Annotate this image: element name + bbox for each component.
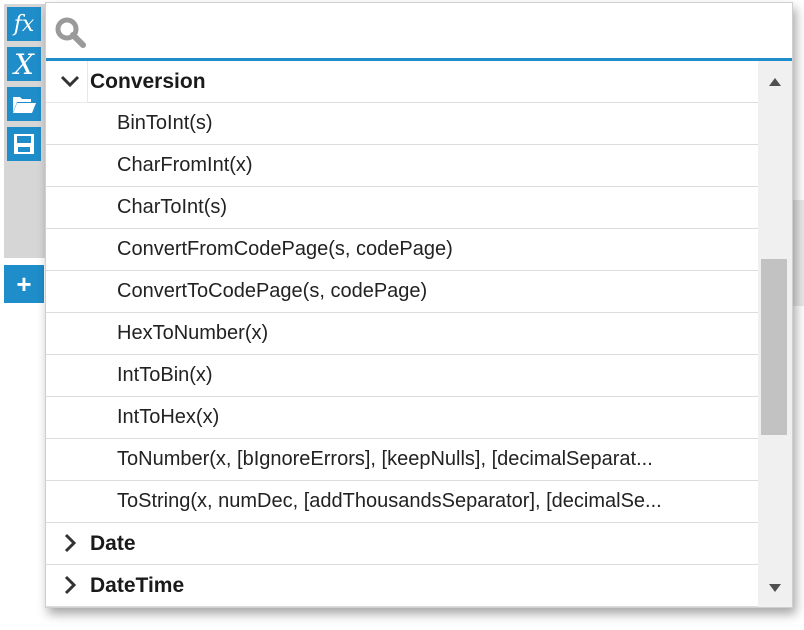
- function-label: ToString(x, numDec, [addThousandsSeparat…: [117, 490, 662, 512]
- functions-button[interactable]: fx: [7, 7, 41, 41]
- scroll-up-button[interactable]: [758, 65, 792, 99]
- scroll-down-button[interactable]: [758, 571, 792, 605]
- arrow-down-icon: [769, 584, 781, 592]
- search-bar: [46, 3, 792, 61]
- add-button[interactable]: +: [4, 265, 44, 303]
- function-label: IntToHex(x): [117, 406, 220, 428]
- function-label: IntToBin(x): [117, 364, 213, 386]
- list-item[interactable]: ToNumber(x, [bIgnoreErrors], [keepNulls]…: [46, 439, 758, 481]
- list-item[interactable]: IntToBin(x): [46, 355, 758, 397]
- save-icon: [14, 134, 34, 154]
- scroll-thumb[interactable]: [761, 259, 787, 435]
- function-label: CharFromInt(x): [117, 154, 253, 176]
- expression-toolbar: fx X: [4, 4, 45, 258]
- function-label: CharToInt(s): [117, 196, 228, 218]
- open-button[interactable]: [7, 87, 41, 121]
- chevron-right-icon: [64, 575, 77, 595]
- list-item[interactable]: CharFromInt(x): [46, 145, 758, 187]
- plus-icon: +: [16, 269, 32, 299]
- function-list: Conversion BinToInt(s) CharFromInt(x) Ch…: [46, 61, 758, 607]
- list-item[interactable]: IntToHex(x): [46, 397, 758, 439]
- folder-open-icon: [13, 97, 36, 113]
- function-label: BinToInt(s): [117, 112, 213, 134]
- list-item[interactable]: CharToInt(s): [46, 187, 758, 229]
- function-picker-popup: Conversion BinToInt(s) CharFromInt(x) Ch…: [45, 2, 793, 608]
- save-button[interactable]: [7, 127, 41, 161]
- chevron-right-icon: [64, 533, 77, 553]
- list-item[interactable]: BinToInt(s): [46, 103, 758, 145]
- list-item[interactable]: ConvertFromCodePage(s, codePage): [46, 229, 758, 271]
- fx-icon: fx: [13, 11, 35, 37]
- category-conversion[interactable]: Conversion: [46, 61, 758, 103]
- function-label: ToNumber(x, [bIgnoreErrors], [keepNulls]…: [117, 448, 653, 470]
- chevron-down-icon: [60, 75, 80, 88]
- category-label: Date: [90, 531, 136, 555]
- search-input[interactable]: [94, 13, 788, 53]
- function-label: ConvertToCodePage(s, codePage): [117, 280, 428, 302]
- category-datetime[interactable]: DateTime: [46, 565, 758, 607]
- list-item[interactable]: ConvertToCodePage(s, codePage): [46, 271, 758, 313]
- variables-button[interactable]: X: [7, 47, 41, 81]
- arrow-up-icon: [769, 78, 781, 86]
- function-label: HexToNumber(x): [117, 322, 269, 344]
- category-label: DateTime: [90, 573, 185, 597]
- vertical-scrollbar[interactable]: [758, 61, 792, 607]
- list-item[interactable]: ToString(x, numDec, [addThousandsSeparat…: [46, 481, 758, 523]
- category-toggle[interactable]: [46, 61, 88, 103]
- list-item[interactable]: HexToNumber(x): [46, 313, 758, 355]
- category-label: Conversion: [90, 69, 206, 93]
- variable-x-icon: X: [14, 47, 34, 81]
- function-label: ConvertFromCodePage(s, codePage): [117, 238, 453, 260]
- category-date[interactable]: Date: [46, 523, 758, 565]
- search-icon: [55, 17, 86, 48]
